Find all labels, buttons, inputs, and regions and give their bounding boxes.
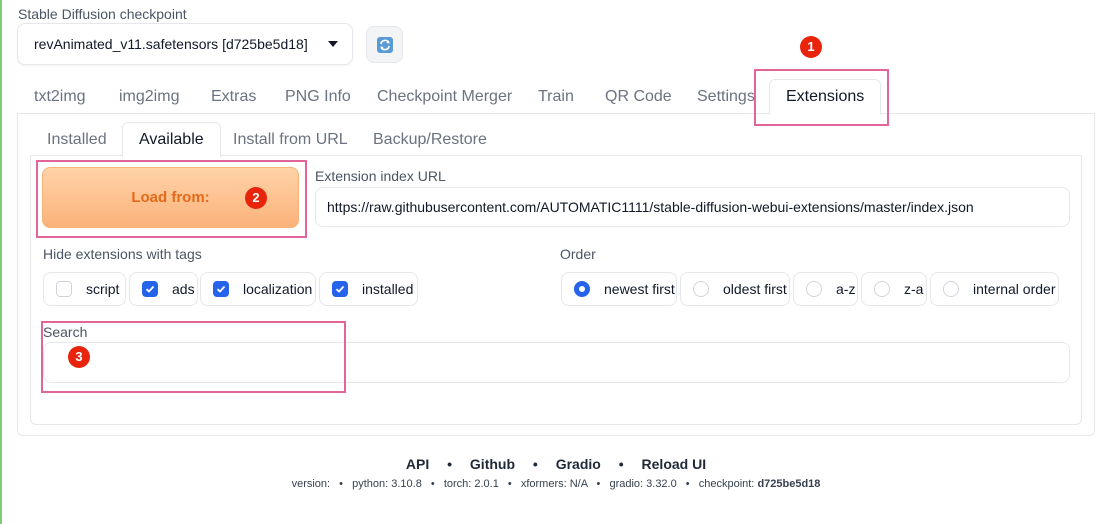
radio-icon [943, 281, 959, 297]
hide-tags-label: Hide extensions with tags [43, 246, 202, 262]
footer-separator: • [447, 456, 453, 472]
footer-separator: • [339, 478, 344, 490]
tag-label: ads [172, 281, 195, 297]
order-option-label: oldest first [723, 281, 787, 297]
tab-install-from-url[interactable]: Install from URL [233, 123, 348, 157]
order-radio-internal-order[interactable]: internal order [930, 272, 1059, 306]
refresh-icon [376, 36, 393, 53]
tab-extras[interactable]: Extras [211, 80, 256, 114]
checkmark-icon [213, 281, 229, 297]
checkmark-icon [142, 281, 158, 297]
checkpoint-hash: d725be5d18 [757, 478, 821, 490]
footer-separator: • [596, 478, 601, 490]
tab-checkpoint-merger[interactable]: Checkpoint Merger [377, 80, 512, 114]
version-label: version: [291, 478, 331, 490]
footer-link-reload-ui[interactable]: Reload UI [642, 456, 707, 472]
tab-img2img[interactable]: img2img [119, 80, 179, 114]
extension-index-url-label: Extension index URL [315, 168, 446, 184]
tag-checkbox-localization[interactable]: localization [200, 272, 316, 306]
footer-separator: • [685, 478, 690, 490]
tab-installed[interactable]: Installed [47, 123, 107, 157]
tag-checkbox-installed[interactable]: installed [319, 272, 418, 306]
annotation-marker-1: 1 [800, 36, 822, 58]
checkpoint-dropdown[interactable]: revAnimated_v11.safetensors [d725be5d18] [17, 23, 353, 65]
footer-links: API • Github • Gradio • Reload UI [0, 456, 1112, 472]
order-option-label: a-z [836, 281, 856, 297]
order-option-label: z-a [904, 281, 924, 297]
tab-train[interactable]: Train [538, 80, 574, 114]
tag-checkbox-ads[interactable]: ads [129, 272, 198, 306]
radio-selected-icon [574, 281, 590, 297]
left-border [0, 0, 2, 524]
torch-version: torch: 2.0.1 [443, 478, 499, 490]
tab-available[interactable]: Available [122, 122, 221, 158]
chevron-down-icon [328, 41, 338, 47]
order-radio-oldest-first[interactable]: oldest first [680, 272, 790, 306]
footer-separator: • [532, 456, 538, 472]
footer-separator: • [618, 456, 624, 472]
radio-icon [806, 281, 822, 297]
xformers-version: xformers: N/A [520, 478, 588, 490]
order-radio-newest-first[interactable]: newest first [561, 272, 677, 306]
order-option-label: internal order [973, 281, 1056, 297]
footer-link-github[interactable]: Github [470, 456, 515, 472]
footer-link-api[interactable]: API [406, 456, 429, 472]
footer-link-gradio[interactable]: Gradio [556, 456, 601, 472]
order-label: Order [560, 246, 596, 262]
checkmark-icon [332, 281, 348, 297]
radio-icon [874, 281, 890, 297]
order-radio-z-a[interactable]: z-a [861, 272, 927, 306]
python-version: python: 3.10.8 [352, 478, 422, 490]
tag-label: installed [362, 281, 414, 297]
checkbox-icon [56, 281, 72, 297]
tag-checkbox-script[interactable]: script [43, 272, 126, 306]
checkpoint-label: Stable Diffusion checkpoint [18, 6, 187, 22]
radio-icon [693, 281, 709, 297]
tab-qr-code[interactable]: QR Code [605, 80, 672, 114]
tag-label: script [86, 281, 120, 297]
footer-version-info: version: • python: 3.10.8 • torch: 2.0.1… [0, 478, 1112, 490]
tab-extensions[interactable]: Extensions [769, 79, 882, 115]
annotation-marker-2: 2 [245, 187, 267, 209]
footer-separator: • [507, 478, 512, 490]
annotation-marker-3: 3 [68, 346, 90, 368]
tag-label: localization [243, 281, 313, 297]
checkpoint-value: revAnimated_v11.safetensors [d725be5d18] [34, 36, 308, 52]
tab-png-info[interactable]: PNG Info [285, 80, 351, 114]
order-option-label: newest first [604, 281, 675, 297]
extension-index-url-input[interactable]: https://raw.githubusercontent.com/AUTOMA… [315, 187, 1070, 227]
order-radio-a-z[interactable]: a-z [793, 272, 858, 306]
tab-txt2img[interactable]: txt2img [34, 80, 86, 114]
gradio-version: gradio: 3.32.0 [609, 478, 677, 490]
refresh-checkpoint-button[interactable] [366, 26, 403, 63]
footer-separator: • [430, 478, 435, 490]
checkpoint-info-label: checkpoint: [698, 478, 755, 490]
tab-backup-restore[interactable]: Backup/Restore [373, 123, 487, 157]
tab-settings[interactable]: Settings [697, 80, 755, 114]
